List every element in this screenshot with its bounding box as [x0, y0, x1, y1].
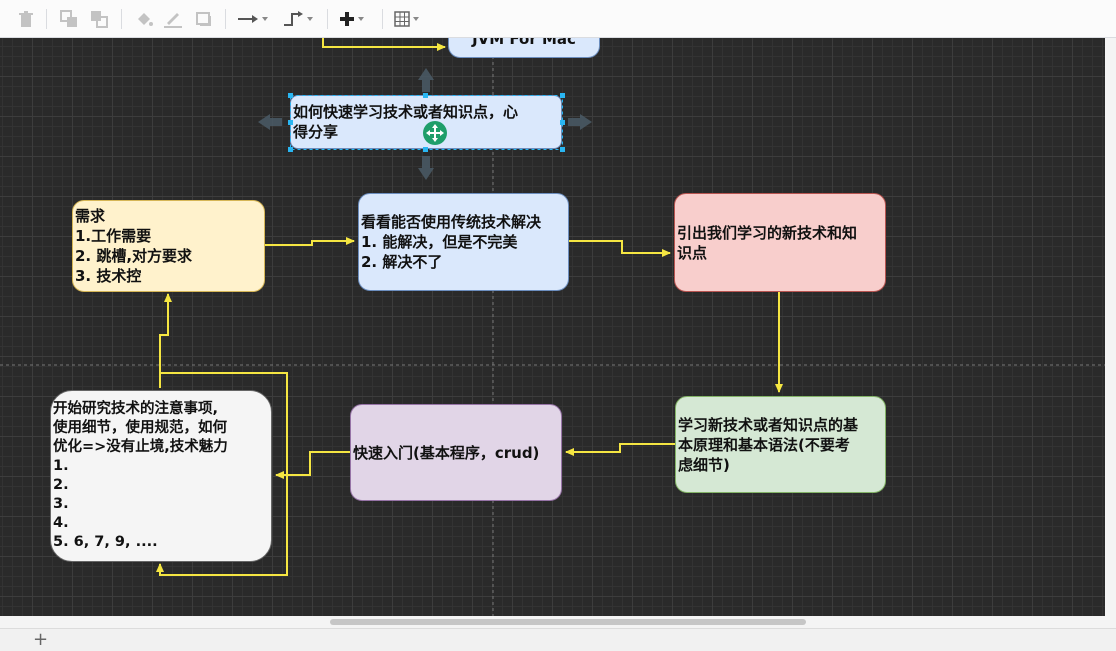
node-label: 优化=>没有止境,技术魅力 — [53, 439, 228, 455]
vertical-scrollbar[interactable] — [1105, 38, 1116, 616]
node-label: 2. 跳槽,对方要求 — [75, 247, 193, 265]
hover-arrows-icon — [258, 68, 592, 180]
selection-overlay — [258, 68, 592, 180]
node-label: 3. 技术控 — [75, 267, 142, 285]
node-label: 虑细节) — [678, 455, 730, 474]
horizontal-scroll-thumb[interactable] — [330, 619, 806, 625]
node-label: 快速入门(基本程序，crud) — [353, 443, 540, 462]
node-label: 3. — [53, 496, 69, 512]
waypoints-icon[interactable] — [282, 9, 313, 29]
node-label: 学习新技术或者知识点的基 — [678, 415, 859, 434]
node-label: 2. — [53, 477, 69, 493]
node-traditional-tech[interactable]: 看看能否使用传统技术解决 1. 能解决，但是不完美 2. 解决不了 — [358, 193, 569, 291]
node-label: 1.工作需要 — [75, 227, 152, 245]
page-tabs-bar: + — [0, 628, 1116, 651]
horizontal-scrollbar[interactable] — [0, 616, 1116, 628]
shadow-icon[interactable] — [195, 9, 213, 29]
line-color-icon[interactable] — [163, 9, 183, 29]
edge-traditional-to-newtech[interactable] — [569, 240, 671, 257]
move-handle-icon — [423, 121, 447, 145]
node-label: 1. — [53, 458, 69, 474]
node-label: 需求 — [75, 207, 106, 225]
table-icon[interactable] — [394, 9, 419, 29]
node-label: 使用细节，使用规范，如何 — [53, 420, 227, 436]
node-jvm-for-mac[interactable]: JVM For Mac — [448, 38, 600, 58]
node-label: 4. — [53, 515, 69, 531]
node-label: 引出我们学习的新技术和知 — [677, 223, 858, 242]
connection-icon[interactable] — [237, 9, 268, 29]
edge-principle-to-quickstart[interactable] — [565, 443, 675, 456]
node-label: 识点 — [677, 243, 708, 262]
toolbar — [0, 0, 1116, 38]
insert-icon[interactable] — [339, 9, 364, 29]
node-label: 1. 能解决，但是不完美 — [361, 233, 518, 251]
node-label: 本原理和基本语法(不要考 — [678, 435, 850, 454]
node-quick-start[interactable]: 快速入门(基本程序，crud) — [350, 404, 562, 501]
node-need[interactable]: 需求 1.工作需要 2. 跳槽,对方要求 3. 技术控 — [72, 200, 265, 292]
node-label: 开始研究技术的注意事项, — [53, 401, 219, 417]
node-new-tech[interactable]: 引出我们学习的新技术和知 识点 — [674, 193, 886, 292]
fill-color-icon[interactable] — [135, 9, 153, 29]
edge-need-to-traditional[interactable] — [265, 237, 355, 246]
resize-handles — [288, 93, 565, 152]
node-basic-principle[interactable]: 学习新技术或者知识点的基 本原理和基本语法(不要考 虑细节) — [675, 396, 886, 493]
delete-icon[interactable] — [17, 9, 35, 29]
node-research-notes[interactable]: 开始研究技术的注意事项, 使用细节，使用规范，如何 优化=>没有止境,技术魅力 … — [50, 390, 272, 562]
to-front-icon[interactable] — [60, 9, 78, 29]
edge-to-jvm[interactable] — [322, 38, 446, 51]
add-page-button[interactable]: + — [33, 631, 48, 649]
diagram-canvas[interactable]: JVM For Mac 如何快速学习技术或者知识点，心 得分享 需求 1.工作需… — [0, 38, 1105, 616]
node-label: 2. 解决不了 — [361, 253, 443, 271]
to-back-icon[interactable] — [90, 9, 108, 29]
node-label: 看看能否使用传统技术解决 — [361, 213, 542, 231]
node-label: JVM For Mac — [472, 38, 576, 48]
node-label: 5. 6, 7, 9, .... — [53, 534, 158, 550]
